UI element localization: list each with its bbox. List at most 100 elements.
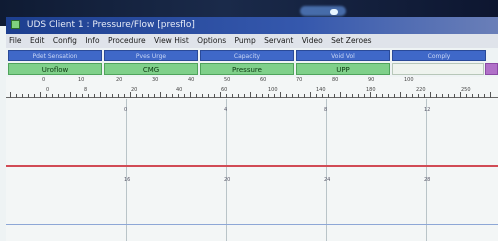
menu-options[interactable]: Options xyxy=(194,34,229,48)
window-titlebar[interactable]: UDS Client 1 : Pressure/Flow [presflo] xyxy=(6,17,498,34)
scale-tick xyxy=(154,94,155,98)
scale-tick xyxy=(460,92,461,98)
header-comply[interactable]: Comply xyxy=(392,50,486,61)
menu-servant[interactable]: Servant xyxy=(261,34,296,48)
scale-tick xyxy=(478,94,479,98)
scale-tick xyxy=(442,94,443,98)
trace-plot-area[interactable]: 0 10 20 30 40 50 60 70 80 90 100 0 8 20 … xyxy=(6,77,498,241)
scale-tick xyxy=(244,94,245,98)
empty-button-5[interactable] xyxy=(392,63,484,75)
scale-tick xyxy=(490,92,491,98)
scale-tick xyxy=(472,94,473,98)
scale-tick xyxy=(40,92,41,98)
scale-tick xyxy=(262,94,263,98)
scale-tick xyxy=(406,94,407,98)
scale-tick xyxy=(130,92,131,98)
uroflow-button[interactable]: Uroflow xyxy=(8,63,102,75)
scale-tick xyxy=(412,94,413,98)
menu-view-hist[interactable]: View Hist xyxy=(151,34,192,48)
menu-edit[interactable]: Edit xyxy=(27,34,48,48)
pressure-button[interactable]: Pressure xyxy=(200,63,294,75)
menu-pump[interactable]: Pump xyxy=(232,34,259,48)
scale-tick xyxy=(298,94,299,98)
header-void-vol[interactable]: Void Vol xyxy=(296,50,390,61)
scale-tick xyxy=(142,94,143,98)
menu-set-zeroes[interactable]: Set Zeroes xyxy=(328,34,374,48)
grid-label: 8 xyxy=(324,107,328,113)
menu-info[interactable]: Info xyxy=(82,34,102,48)
scale-label: 60 xyxy=(260,77,267,83)
scale-label: 40 xyxy=(176,87,183,93)
scale-label: 140 xyxy=(316,87,326,93)
scale-tick xyxy=(52,94,53,98)
reflection-highlight xyxy=(330,9,338,15)
window-title: UDS Client 1 : Pressure/Flow [presflo] xyxy=(26,20,195,30)
menu-file[interactable]: File xyxy=(6,34,25,48)
scale-tick xyxy=(16,94,17,98)
scale-tick xyxy=(88,94,89,98)
scale-tick xyxy=(70,92,71,98)
scale-tick xyxy=(34,94,35,98)
scale-tick xyxy=(256,94,257,98)
scale-tick xyxy=(112,94,113,98)
menu-config[interactable]: Config xyxy=(50,34,80,48)
scale-tick xyxy=(352,94,353,98)
menu-procedure[interactable]: Procedure xyxy=(105,34,149,48)
scale-tick xyxy=(358,94,359,98)
scale-tick xyxy=(118,94,119,98)
channel-header-top: Pdet Sensation Pves Urge Capacity Void V… xyxy=(6,50,498,62)
scale-tick xyxy=(346,94,347,98)
scale-label: 60 xyxy=(221,87,228,93)
scale-tick xyxy=(274,94,275,98)
scale-label: 30 xyxy=(152,77,159,83)
scale-tick xyxy=(136,94,137,98)
scale-tick xyxy=(22,94,23,98)
grid-label: 4 xyxy=(224,107,228,113)
upp-button[interactable]: UPP xyxy=(296,63,390,75)
scale-label: 0 xyxy=(46,87,50,93)
reflection-glow xyxy=(300,6,346,16)
scale-label: 100 xyxy=(268,87,278,93)
scale-tick xyxy=(454,94,455,98)
scale-tick xyxy=(424,94,425,98)
scale-tick xyxy=(382,94,383,98)
grid-label: 16 xyxy=(124,177,131,183)
scale-tick xyxy=(232,94,233,98)
scale-tick xyxy=(82,94,83,98)
time-scale: 0 10 20 30 40 50 60 70 80 90 100 0 8 20 … xyxy=(6,77,498,99)
channel-color-swatch[interactable] xyxy=(485,63,498,75)
scale-tick xyxy=(388,94,389,98)
scale-tick xyxy=(292,94,293,98)
scale-label: 70 xyxy=(296,77,303,83)
scale-tick xyxy=(418,94,419,98)
grid-line xyxy=(126,99,127,241)
cmg-button[interactable]: CMG xyxy=(104,63,198,75)
scale-tick xyxy=(484,94,485,98)
header-pdet-sensation[interactable]: Pdet Sensation xyxy=(8,50,102,61)
scale-label: 40 xyxy=(188,77,195,83)
scale-tick xyxy=(58,94,59,98)
scale-tick xyxy=(304,94,305,98)
scale-tick xyxy=(76,94,77,98)
grid-label: 0 xyxy=(124,107,128,113)
scale-tick xyxy=(370,92,371,98)
menu-video[interactable]: Video xyxy=(299,34,326,48)
scale-label: 0 xyxy=(42,77,46,83)
grid-label: 20 xyxy=(224,177,231,183)
scale-tick xyxy=(316,94,317,98)
scale-tick xyxy=(250,92,251,98)
scale-tick xyxy=(148,94,149,98)
header-pves-urge[interactable]: Pves Urge xyxy=(104,50,198,61)
scale-tick xyxy=(328,94,329,98)
scale-tick xyxy=(322,94,323,98)
grid-line xyxy=(326,99,327,241)
scale-label: 20 xyxy=(116,77,123,83)
scale-tick xyxy=(310,92,311,98)
scale-tick xyxy=(196,94,197,98)
scale-tick xyxy=(106,94,107,98)
header-capacity[interactable]: Capacity xyxy=(200,50,294,61)
grid-label: 24 xyxy=(324,177,331,183)
grid-line xyxy=(226,99,227,241)
scale-tick xyxy=(220,92,221,98)
scale-label: 100 xyxy=(404,77,414,83)
